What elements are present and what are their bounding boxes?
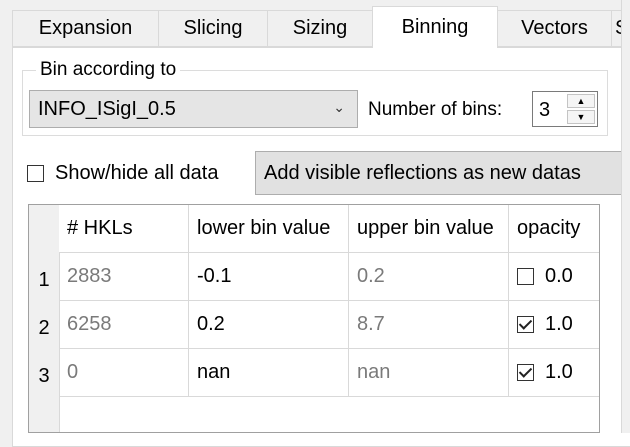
spin-down-icon[interactable]: ▼ [567,110,595,124]
right-edge [621,0,630,433]
tab-bar: Expansion Slicing Sizing Binning Vectors… [0,0,630,48]
cell-hkls[interactable]: 6258 [59,301,189,349]
tab-sizing[interactable]: Sizing [267,10,373,47]
opacity-checkbox[interactable] [517,316,534,333]
cell-lower[interactable]: -0.1 [189,253,349,301]
opacity-value: 1.0 [545,361,573,383]
show-hide-checkbox[interactable] [27,165,44,182]
cell-opacity[interactable]: 1.0 [509,349,599,397]
row-header[interactable]: 1 [29,253,59,301]
tab-binning[interactable]: Binning [372,6,498,48]
cell-upper[interactable]: nan [349,349,509,397]
cell-lower[interactable]: 0.2 [189,301,349,349]
opacity-value: 0.0 [545,265,573,287]
tab-label: Sizing [292,17,348,39]
column-header-label: upper bin value [357,217,494,239]
add-reflections-button[interactable]: Add visible reflections as new datas [255,151,630,195]
column-header-label: lower bin value [197,217,331,239]
cell-opacity[interactable]: 0.0 [509,253,599,301]
column-header-hkls[interactable]: # HKLs [59,205,189,253]
opacity-checkbox[interactable] [517,364,534,381]
number-of-bins-value[interactable]: 3 [539,99,550,122]
tab-label: Slicing [183,17,243,39]
column-header-label: opacity [517,217,581,239]
cell-upper[interactable]: 8.7 [349,301,509,349]
spin-up-icon[interactable]: ▲ [567,94,595,108]
row-header[interactable]: 3 [29,349,59,397]
tab-label: Binning [401,16,469,38]
tab-vectors[interactable]: Vectors [497,10,612,47]
add-reflections-label: Add visible reflections as new datas [264,161,581,184]
cell-hkls[interactable]: 2883 [59,253,189,301]
show-hide-all-row[interactable]: Show/hide all data [27,162,218,185]
chevron-down-icon: ⌄ [333,99,345,115]
opacity-value: 1.0 [545,313,573,335]
cell-hkls[interactable]: 0 [59,349,189,397]
column-header-label: # HKLs [67,217,133,239]
show-hide-label: Show/hide all data [55,162,219,184]
number-of-bins-label: Number of bins: [368,99,503,120]
cell-lower[interactable]: nan [189,349,349,397]
cell-opacity[interactable]: 1.0 [509,301,599,349]
number-of-bins-spinbox[interactable]: 3 ▲ ▼ [532,91,598,127]
column-header-lower[interactable]: lower bin value [189,205,349,253]
column-header-upper[interactable]: upper bin value [349,205,509,253]
bin-group-title: Bin according to [36,59,181,81]
column-header-opacity[interactable]: opacity [509,205,599,253]
opacity-checkbox[interactable] [517,268,534,285]
row-header[interactable]: 2 [29,301,59,349]
bin-column-select[interactable]: INFO_ISigI_0.5 ⌄ [29,90,358,128]
tab-label: Vectors [521,17,588,39]
bins-table: # HKLs lower bin value upper bin value o… [28,204,600,433]
cell-upper[interactable]: 0.2 [349,253,509,301]
bin-column-value: INFO_ISigI_0.5 [38,97,176,120]
tab-slicing[interactable]: Slicing [158,10,268,47]
tab-expansion[interactable]: Expansion [12,10,159,47]
tab-label: Expansion [38,17,133,39]
